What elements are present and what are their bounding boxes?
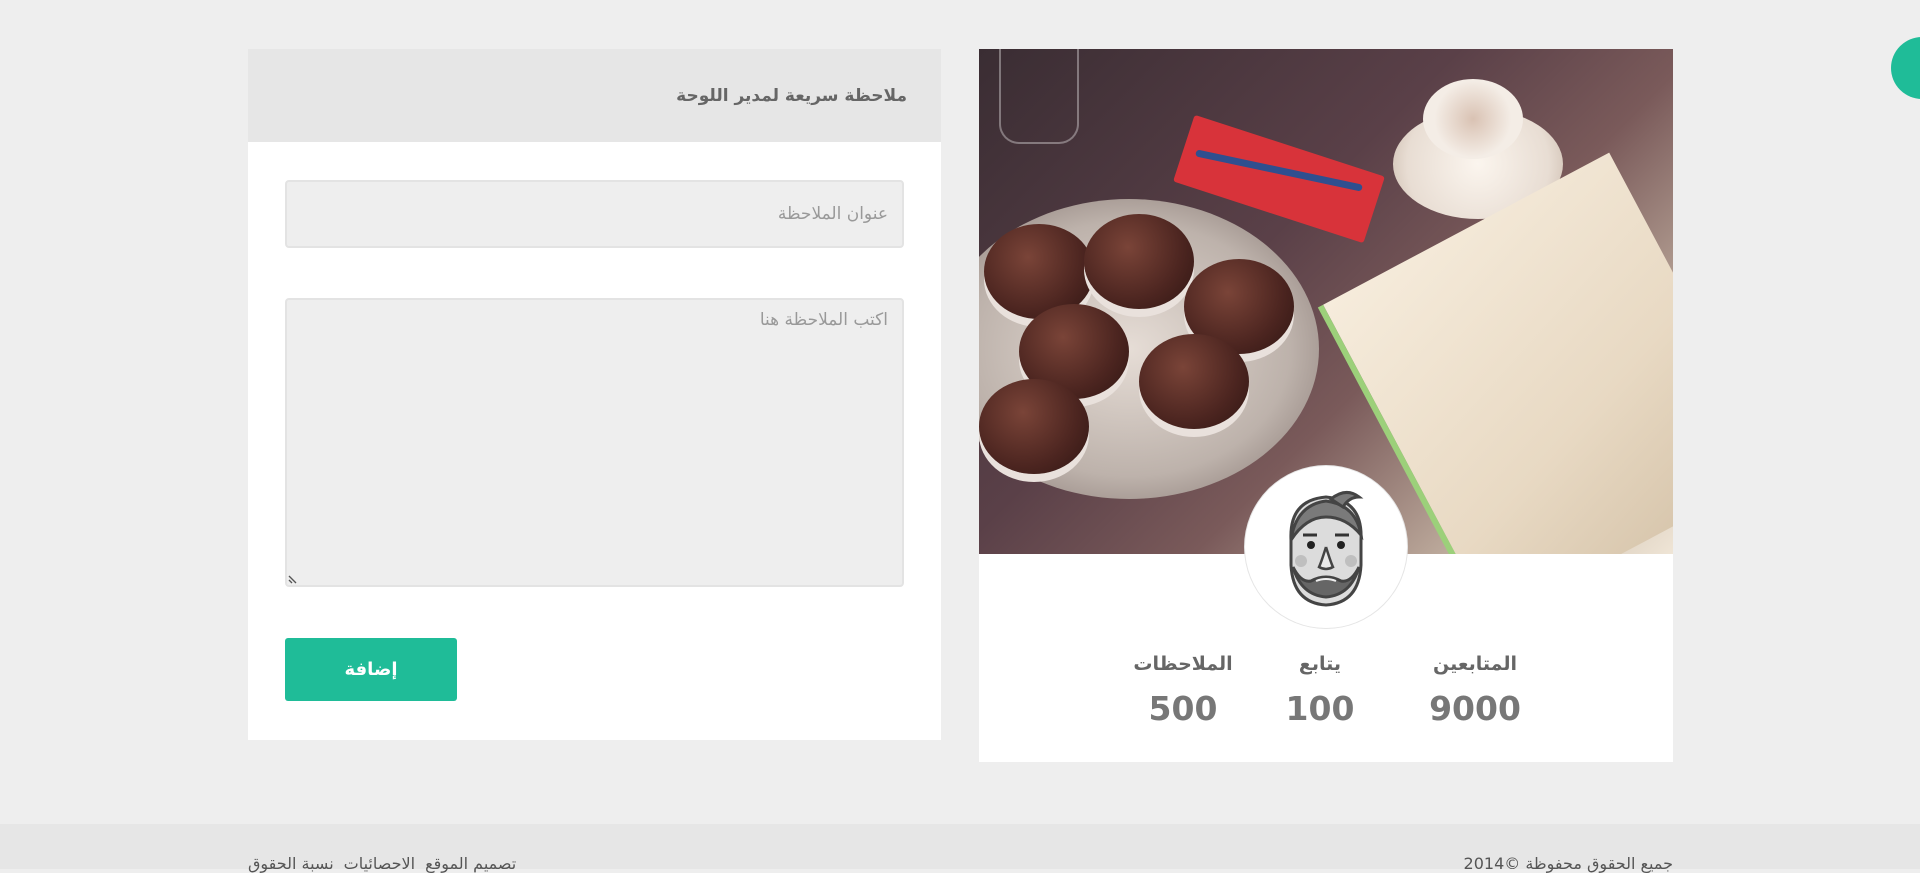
footer-link-stats[interactable]: الاحصائيات [344, 854, 415, 873]
note-title-input[interactable] [285, 180, 904, 248]
main-content: المتابعين 9000 يتابع 100 الملاحظات 500 م… [248, 49, 1673, 762]
footer-link-rights[interactable]: نسبة الحقوق [248, 854, 334, 873]
stat-notes: الملاحظات 500 [1123, 649, 1243, 728]
avatar[interactable] [1245, 466, 1407, 628]
stat-label: الملاحظات [1133, 653, 1233, 675]
stat-value: 100 [1285, 689, 1355, 728]
quick-note-title: ملاحظة سريعة لمدير اللوحة [676, 85, 907, 106]
footer-links: تصميم الموقع الاحصائيات نسبة الحقوق [248, 854, 516, 873]
profile-card: المتابعين 9000 يتابع 100 الملاحظات 500 [979, 49, 1673, 762]
note-body-textarea[interactable] [285, 298, 904, 587]
stat-label: يتابع [1298, 653, 1342, 675]
stat-value: 500 [1148, 689, 1218, 728]
add-note-button[interactable]: إضافة [285, 638, 457, 701]
stat-following: يتابع 100 [1260, 649, 1380, 728]
resize-grip-icon[interactable] [288, 572, 300, 584]
side-panel-toggle[interactable] [1891, 37, 1920, 99]
quick-note-header: ملاحظة سريعة لمدير اللوحة [248, 49, 941, 142]
stat-followers: المتابعين 9000 [1415, 649, 1535, 728]
profile-stats: المتابعين 9000 يتابع 100 الملاحظات 500 [979, 649, 1673, 749]
quick-note-card: ملاحظة سريعة لمدير اللوحة إضافة [248, 49, 941, 740]
stat-label: المتابعين [1433, 653, 1517, 675]
footer: جميع الحقوق محفوظة ©2014 تصميم الموقع ال… [0, 824, 1920, 873]
footer-copyright: جميع الحقوق محفوظة ©2014 [1463, 854, 1673, 873]
stat-value: 9000 [1429, 689, 1521, 728]
user-face-icon [1289, 490, 1364, 607]
footer-link-design[interactable]: تصميم الموقع [425, 854, 516, 873]
